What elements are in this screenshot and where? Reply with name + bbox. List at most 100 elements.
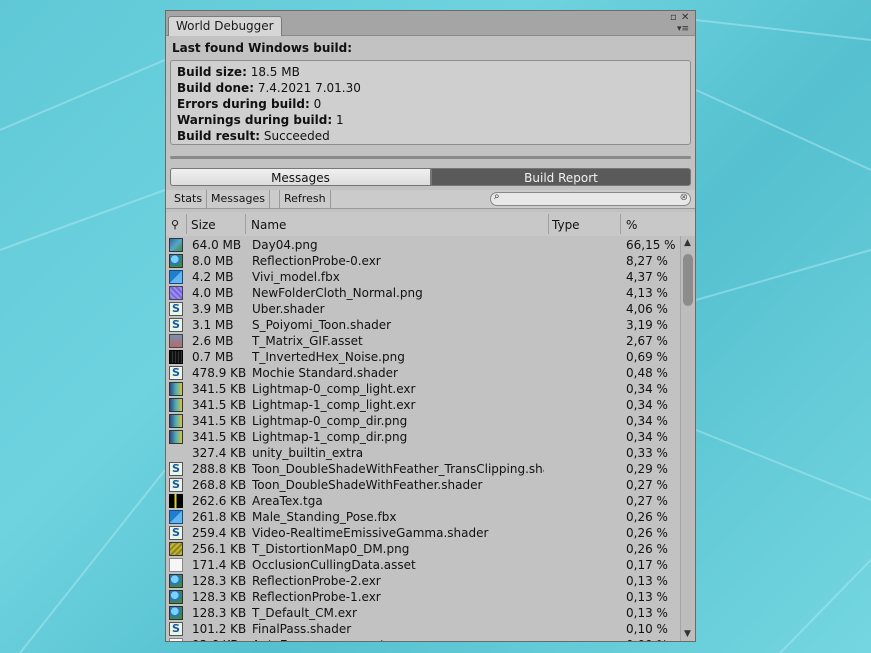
scrollbar-thumb[interactable] — [683, 254, 693, 306]
table-row[interactable]: S 3.9 MB Uber.shader 4,06 % — [166, 301, 680, 317]
empty-icon — [169, 446, 183, 460]
window-titlebar: World Debugger ▫ ✕ ▾≡ — [166, 11, 695, 36]
row-name: Lightmap-1_comp_dir.png — [252, 430, 408, 444]
lightmap-icon — [169, 398, 183, 412]
column-type[interactable]: Type — [552, 218, 580, 232]
noise-texture-icon — [169, 350, 183, 364]
scroll-down-icon[interactable]: ▼ — [684, 630, 691, 639]
row-percent: 0,13 % — [626, 590, 668, 604]
errors-value: 0 — [313, 97, 322, 111]
table-row[interactable]: S 268.8 KB Toon_DoubleShadeWithFeather.sha… — [166, 477, 680, 493]
column-size[interactable]: Size — [191, 218, 216, 232]
row-size: 8.0 MB — [192, 254, 234, 268]
row-size: 341.5 KB — [192, 398, 247, 412]
row-size: 341.5 KB — [192, 414, 247, 428]
table-row[interactable]: 128.3 KB T_Default_CM.exr 0,13 % — [166, 605, 680, 621]
clear-search-icon[interactable]: ⊗ — [680, 192, 688, 203]
vertical-scrollbar[interactable]: ▲ ▼ — [680, 236, 695, 641]
build-result-value: Succeeded — [263, 129, 330, 143]
shader-icon: S — [169, 622, 183, 636]
build-size-row: Build size: 18.5 MB — [177, 65, 300, 79]
search-input[interactable]: ⌕ ⊗ — [490, 191, 691, 206]
column-divider[interactable] — [186, 214, 187, 234]
table-row[interactable]: S 288.8 KB Toon_DoubleShadeWithFeather_Tra… — [166, 461, 680, 477]
sort-icon[interactable]: ⚲ — [171, 218, 179, 231]
row-percent: 0,09 % — [626, 637, 668, 641]
row-size: 4.0 MB — [192, 286, 234, 300]
maximize-icon[interactable]: ▫ — [670, 13, 677, 23]
column-divider[interactable] — [620, 214, 621, 234]
model-icon — [169, 270, 183, 284]
row-size: 3.9 MB — [192, 302, 234, 316]
lightmap-icon — [169, 430, 183, 444]
table-row[interactable]: S 478.9 KB Mochie Standard.shader 0,48 % — [166, 365, 680, 381]
column-name[interactable]: Name — [251, 218, 286, 232]
reflection-probe-icon — [169, 606, 183, 620]
row-name: Male_Standing_Pose.fbx — [252, 510, 397, 524]
row-percent: 4,37 % — [626, 270, 668, 284]
row-size: 341.5 KB — [192, 430, 247, 444]
row-percent: 0,17 % — [626, 558, 668, 572]
reflection-probe-icon — [169, 590, 183, 604]
table-row[interactable]: 341.5 KB Lightmap-0_comp_light.exr 0,34 % — [166, 381, 680, 397]
row-name: T_Matrix_GIF.asset — [252, 334, 363, 348]
table-row[interactable]: 0.7 MB T_InvertedHex_Noise.png 0,69 % — [166, 349, 680, 365]
column-divider[interactable] — [245, 214, 246, 234]
table-row[interactable]: 171.4 KB OcclusionCullingData.asset 0,17 % — [166, 557, 680, 573]
window-tab[interactable]: World Debugger — [168, 16, 282, 36]
table-row[interactable]: S 259.4 KB Video-RealtimeEmissiveGamma.sha… — [166, 525, 680, 541]
normal-map-icon — [169, 286, 183, 300]
table-row[interactable]: 256.1 KB T_DistortionMap0_DM.png 0,26 % — [166, 541, 680, 557]
close-icon[interactable]: ✕ — [681, 13, 689, 23]
scroll-up-icon[interactable]: ▲ — [684, 239, 691, 248]
column-percent[interactable]: % — [626, 218, 637, 232]
row-name: T_InvertedHex_Noise.png — [252, 350, 405, 364]
refresh-button[interactable]: Refresh — [279, 190, 331, 208]
row-percent: 0,27 % — [626, 478, 668, 492]
shader-icon: S — [169, 478, 183, 492]
divider — [170, 156, 691, 159]
table-row[interactable]: 262.6 KB AreaTex.tga 0,27 % — [166, 493, 680, 509]
table-row[interactable]: 128.3 KB ReflectionProbe-1.exr 0,13 % — [166, 589, 680, 605]
table-row[interactable]: 2.6 MB T_Matrix_GIF.asset 2,67 % — [166, 333, 680, 349]
row-percent: 0,34 % — [626, 398, 668, 412]
table-row[interactable]: 93.6 KB AutoExposure.compute 0,09 % — [166, 637, 680, 641]
row-percent: 4,06 % — [626, 302, 668, 316]
build-size-value: 18.5 MB — [250, 65, 300, 79]
row-size: 478.9 KB — [192, 366, 247, 380]
row-size: 3.1 MB — [192, 318, 234, 332]
row-percent: 0,34 % — [626, 430, 668, 444]
table-row[interactable]: 341.5 KB Lightmap-0_comp_dir.png 0,34 % — [166, 413, 680, 429]
row-percent: 66,15 % — [626, 238, 676, 252]
table-row[interactable]: 8.0 MB ReflectionProbe-0.exr 8,27 % — [166, 253, 680, 269]
table-row[interactable]: 341.5 KB Lightmap-1_comp_dir.png 0,34 % — [166, 429, 680, 445]
stats-button[interactable]: Stats — [170, 190, 208, 208]
table-row[interactable]: 341.5 KB Lightmap-1_comp_light.exr 0,34 % — [166, 397, 680, 413]
table-row[interactable]: 261.8 KB Male_Standing_Pose.fbx 0,26 % — [166, 509, 680, 525]
messages-button[interactable]: Messages — [207, 190, 270, 208]
row-size: 128.3 KB — [192, 606, 247, 620]
column-divider[interactable] — [548, 214, 549, 234]
table-row[interactable]: S 101.2 KB FinalPass.shader 0,10 % — [166, 621, 680, 637]
table-row[interactable]: 4.2 MB Vivi_model.fbx 4,37 % — [166, 269, 680, 285]
row-name: Vivi_model.fbx — [252, 270, 340, 284]
tab-build-report[interactable]: Build Report — [431, 168, 691, 186]
table-row[interactable]: 64.0 MB Day04.png 66,15 % — [166, 237, 680, 253]
lightmap-icon — [169, 382, 183, 396]
table-row[interactable]: 128.3 KB ReflectionProbe-2.exr 0,13 % — [166, 573, 680, 589]
distortion-texture-icon — [169, 542, 183, 556]
row-percent: 4,13 % — [626, 286, 668, 300]
document-icon — [169, 638, 183, 641]
row-percent: 0,26 % — [626, 526, 668, 540]
row-percent: 0,48 % — [626, 366, 668, 380]
build-done-value: 7.4.2021 7.01.30 — [257, 81, 361, 95]
errors-row: Errors during build: 0 — [177, 97, 321, 111]
row-name: Lightmap-1_comp_light.exr — [252, 398, 416, 412]
table-row[interactable]: S 3.1 MB S_Poiyomi_Toon.shader 3,19 % — [166, 317, 680, 333]
row-name: Lightmap-0_comp_light.exr — [252, 382, 416, 396]
build-info-box: Build size: 18.5 MB Build done: 7.4.2021… — [170, 60, 691, 145]
table-row[interactable]: 4.0 MB NewFolderCloth_Normal.png 4,13 % — [166, 285, 680, 301]
tab-messages[interactable]: Messages — [170, 168, 431, 186]
table-row[interactable]: 327.4 KB unity_builtin_extra 0,33 % — [166, 445, 680, 461]
menu-icon[interactable]: ▾≡ — [677, 24, 689, 34]
